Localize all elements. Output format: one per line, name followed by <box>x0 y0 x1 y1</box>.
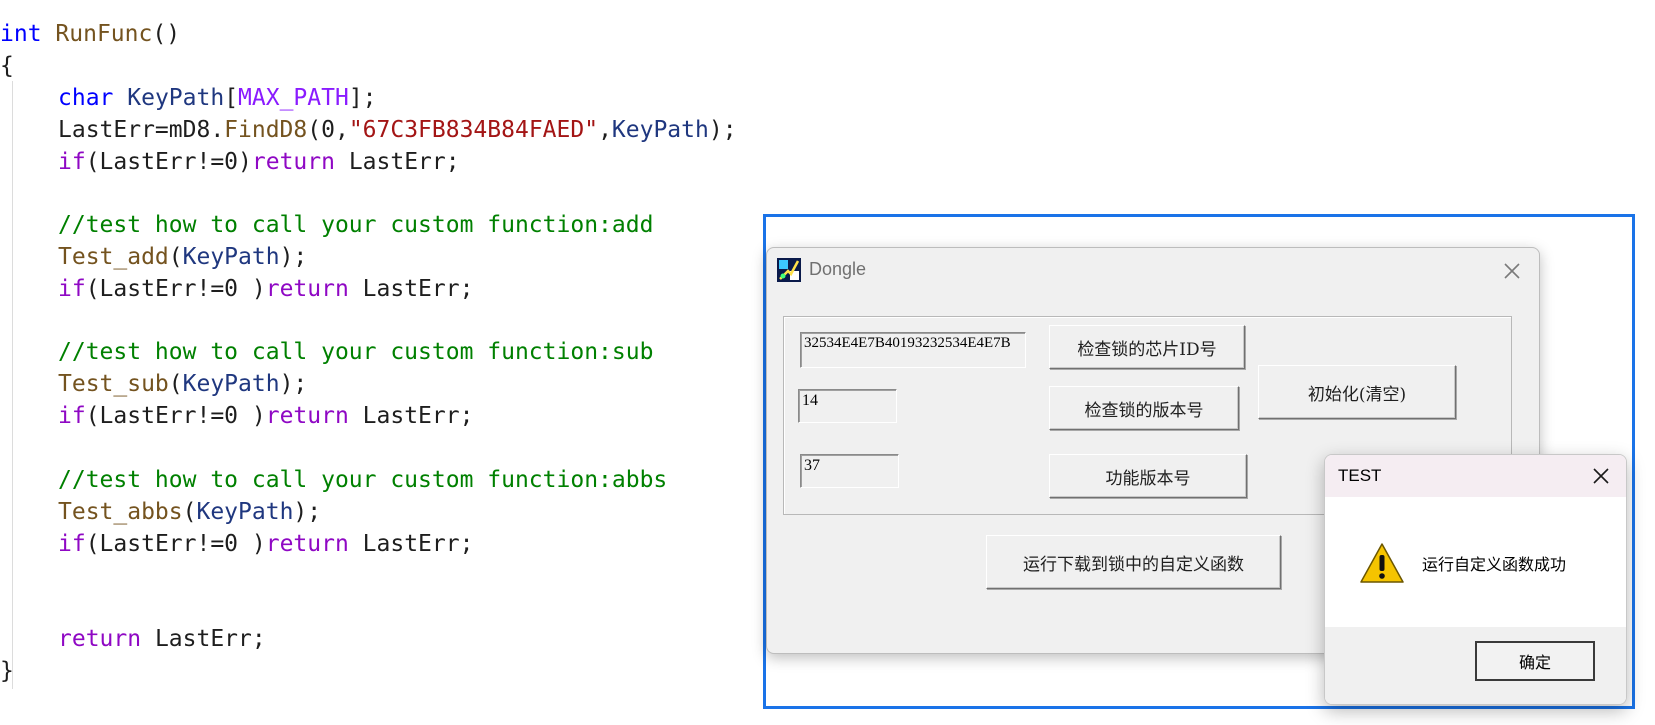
message-title: TEST <box>1338 466 1382 485</box>
code-text: , <box>598 117 612 143</box>
code-macro: MAX_PATH <box>238 85 349 111</box>
ok-button[interactable]: 确定 <box>1475 641 1595 681</box>
code-line-1: int RunFunc() <box>0 17 180 51</box>
code-keyword: int <box>0 21 42 47</box>
code-text: LastErr; <box>348 276 474 302</box>
code-text: () <box>152 21 181 47</box>
code-keyword: char <box>58 85 114 111</box>
code-text: ); <box>279 244 308 270</box>
code-keyword: if <box>58 531 86 557</box>
init-clear-button[interactable]: 初始化(清空) <box>1258 365 1456 419</box>
code-text: LastErr; <box>334 149 460 175</box>
message-titlebar[interactable]: TEST <box>1325 455 1626 497</box>
code-text: (LastErr!=0 ) <box>85 403 266 429</box>
check-chip-id-button[interactable]: 检查锁的芯片ID号 <box>1049 325 1245 369</box>
code-line-7: Test_add(KeyPath); <box>58 240 307 274</box>
code-text: LastErr; <box>348 531 474 557</box>
code-identifier: KeyPath <box>182 371 280 397</box>
code-line-5: if(LastErr!=0)return LastErr; <box>58 145 460 179</box>
func-version-button[interactable]: 功能版本号 <box>1049 454 1247 498</box>
code-text: LastErr; <box>348 403 474 429</box>
check-version-button[interactable]: 检查锁的版本号 <box>1049 386 1239 430</box>
code-text: ]; <box>348 85 377 111</box>
code-identifier: KeyPath <box>196 499 294 525</box>
code-text: LastErr; <box>141 626 266 652</box>
dongle-window-title: Dongle <box>809 259 867 279</box>
code-function-name: RunFunc <box>55 21 153 47</box>
close-icon[interactable] <box>1584 461 1618 491</box>
code-keyword: if <box>58 149 86 175</box>
code-string: "67C3FB834B84FAED" <box>348 117 599 143</box>
code-function-name: Test_add <box>58 244 169 270</box>
code-text: LastErr=mD8. <box>58 117 225 143</box>
code-line-10: Test_sub(KeyPath); <box>58 367 307 401</box>
code-text: ( <box>168 371 183 397</box>
code-line-13: Test_abbs(KeyPath); <box>58 495 321 529</box>
test-message-box: TEST 运行自定义函数成功 确定 <box>1324 454 1627 705</box>
code-text: (0, <box>307 117 349 143</box>
code-function-name: FindD8 <box>224 117 308 143</box>
app-icon <box>777 258 801 282</box>
code-identifier: KeyPath <box>611 117 709 143</box>
chip-id-field[interactable]: 32534E4E7B40193232534E4E7B <box>800 332 1026 368</box>
code-line-2: { <box>0 53 14 79</box>
func-version-field[interactable]: 37 <box>800 454 899 488</box>
code-line-16: } <box>0 658 14 684</box>
code-line-14: if(LastErr!=0 )return LastErr; <box>58 527 473 561</box>
code-text: (LastErr!=0 ) <box>85 276 266 302</box>
code-function-name: Test_sub <box>58 371 169 397</box>
code-text: ( <box>182 499 197 525</box>
code-text: (LastErr!=0) <box>85 149 252 175</box>
code-identifier: KeyPath <box>182 244 280 270</box>
message-text: 运行自定义函数成功 <box>1422 555 1567 574</box>
code-line-6: //test how to call your custom function:… <box>58 212 654 238</box>
code-text: ); <box>708 117 737 143</box>
code-text: (LastErr!=0 ) <box>85 531 266 557</box>
close-icon[interactable] <box>1495 256 1529 286</box>
code-keyword: return <box>251 149 335 175</box>
code-line-8: if(LastErr!=0 )return LastErr; <box>58 272 473 306</box>
code-identifier: KeyPath <box>127 85 225 111</box>
code-keyword: return <box>265 531 349 557</box>
code-line-3: char KeyPath[MAX_PATH]; <box>58 81 377 115</box>
code-line-15: return LastErr; <box>58 622 266 656</box>
warning-icon <box>1360 543 1404 583</box>
code-keyword: return <box>265 276 349 302</box>
code-keyword: return <box>58 626 142 652</box>
code-text: ); <box>293 499 322 525</box>
run-custom-function-button[interactable]: 运行下载到锁中的自定义函数 <box>986 535 1281 589</box>
code-text: ( <box>168 244 183 270</box>
code-text: [ <box>224 85 239 111</box>
code-keyword: return <box>265 403 349 429</box>
indent-guide <box>12 81 13 689</box>
code-function-name: Test_abbs <box>58 499 183 525</box>
code-line-12: //test how to call your custom function:… <box>58 467 668 493</box>
code-text: ); <box>279 371 308 397</box>
code-line-9: //test how to call your custom function:… <box>58 339 654 365</box>
version-field[interactable]: 14 <box>798 389 897 423</box>
code-keyword: if <box>58 276 86 302</box>
dongle-titlebar[interactable]: Dongle <box>767 248 1539 292</box>
code-line-4: LastErr=mD8.FindD8(0,"67C3FB834B84FAED",… <box>58 113 737 147</box>
code-line-11: if(LastErr!=0 )return LastErr; <box>58 399 473 433</box>
code-keyword: if <box>58 403 86 429</box>
